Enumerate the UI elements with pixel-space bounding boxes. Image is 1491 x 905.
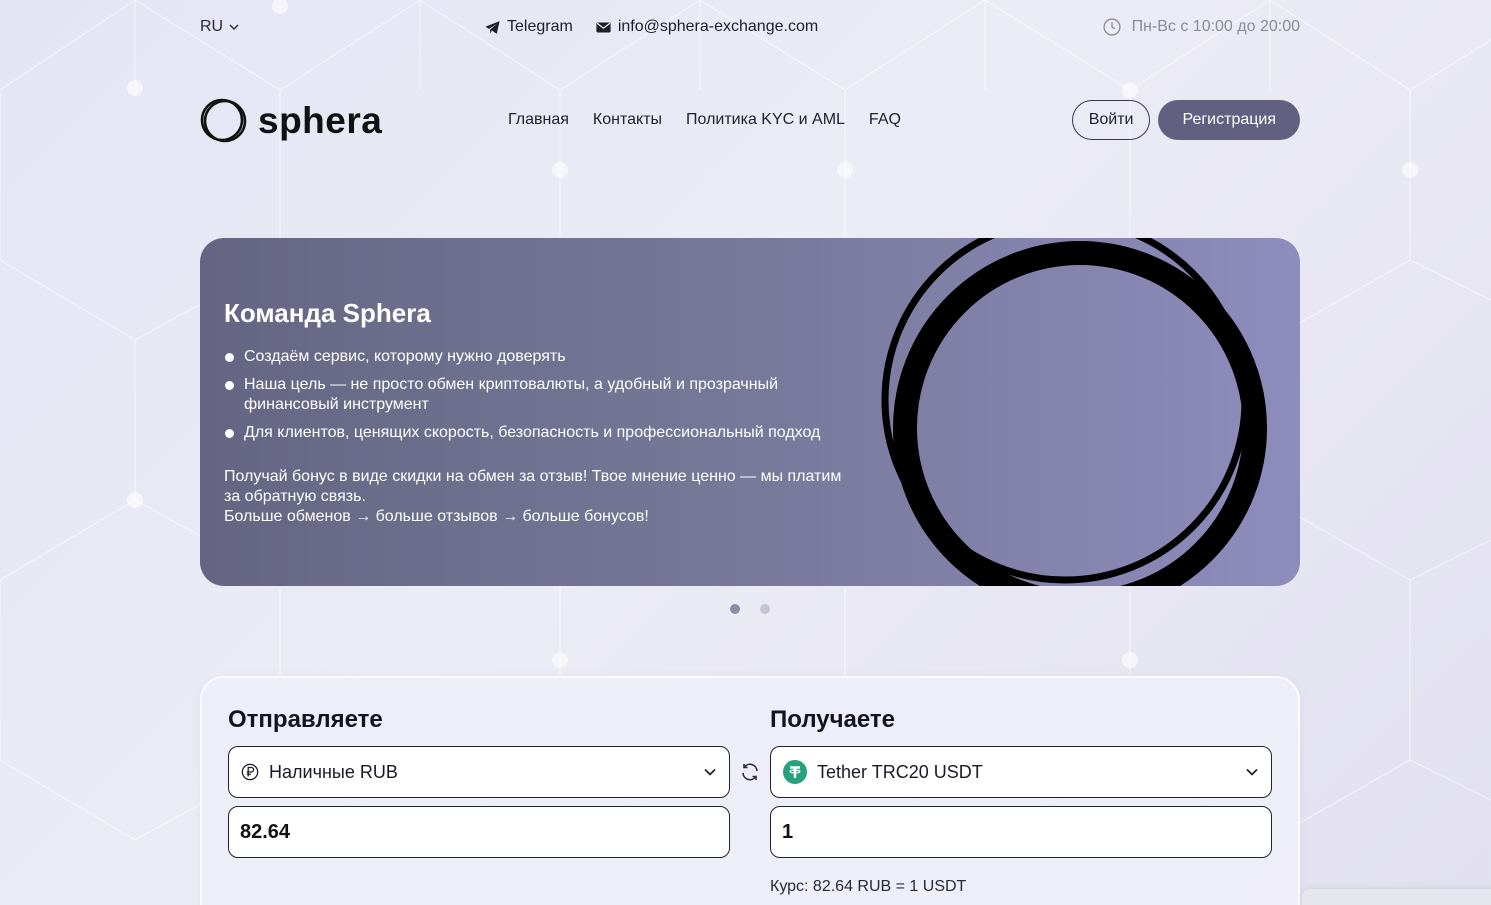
contact-links: Telegram info@sphera-exchange.com bbox=[484, 18, 818, 36]
carousel-dot-1[interactable] bbox=[730, 604, 740, 614]
send-currency-select[interactable]: Наличные RUB bbox=[228, 746, 730, 798]
list-item: Для клиентов, ценящих скорость, безопасн… bbox=[224, 423, 844, 443]
banner-promo: Получай бонус в виде скидки на обмен за … bbox=[224, 467, 844, 527]
main-nav: Главная Контакты Политика KYC и AML FAQ bbox=[508, 111, 901, 129]
promo-line: Получай бонус в виде скидки на обмен за … bbox=[224, 468, 842, 505]
list-item: Наша цель — не просто обмен криптовалюты… bbox=[224, 375, 844, 415]
exchange-rate: Курс: 82.64 RUB = 1 USDT bbox=[770, 878, 967, 895]
banner-bullets: Создаём сервис, которому нужно доверять … bbox=[224, 347, 844, 443]
send-amount-input[interactable]: 82.64 bbox=[228, 806, 730, 858]
receive-amount-input[interactable]: 1 bbox=[770, 806, 1272, 858]
email-label: info@sphera-exchange.com bbox=[617, 18, 819, 35]
nav-item-contacts[interactable]: Контакты bbox=[593, 111, 662, 129]
banner-content: Команда Sphera Создаём сервис, которому … bbox=[224, 298, 844, 527]
receive-title: Получаете bbox=[770, 706, 896, 733]
nav-item-home[interactable]: Главная bbox=[508, 111, 569, 129]
tether-icon bbox=[783, 760, 807, 784]
exchange-form: Отправляете Наличные RUB 82.64 Получаете… bbox=[200, 676, 1300, 905]
register-button[interactable]: Регистрация bbox=[1158, 100, 1300, 140]
telegram-link[interactable]: Telegram bbox=[484, 18, 573, 36]
receive-currency-select[interactable]: Tether TRC20 USDT bbox=[770, 746, 1272, 798]
telegram-label: Telegram bbox=[507, 18, 573, 35]
site-header: sphera Главная Контакты Политика KYC и A… bbox=[200, 92, 1300, 148]
logo-rings-icon bbox=[200, 98, 247, 143]
send-currency-label: Наличные RUB bbox=[269, 761, 398, 782]
send-column: Отправляете Наличные RUB 82.64 bbox=[228, 706, 730, 858]
login-button[interactable]: Войти bbox=[1071, 100, 1151, 140]
receive-currency-label: Tether TRC20 USDT bbox=[817, 761, 983, 782]
logo[interactable]: sphera bbox=[200, 96, 382, 144]
chat-widget[interactable] bbox=[1302, 889, 1491, 905]
hours-text: Пн-Вс с 10:00 до 20:00 bbox=[1131, 18, 1300, 35]
rings-illustration bbox=[881, 238, 1267, 586]
receive-column: Получаете Tether TRC20 USDT 1 Курс: 82.6… bbox=[770, 706, 1272, 896]
ruble-icon bbox=[241, 763, 259, 781]
carousel-dots bbox=[200, 604, 1300, 616]
working-hours: Пн-Вс с 10:00 до 20:00 bbox=[1102, 17, 1300, 37]
promo-line: Больше обменов → больше отзывов → больше… bbox=[224, 508, 649, 525]
chevron-down-icon bbox=[704, 768, 716, 776]
nav-item-faq[interactable]: FAQ bbox=[869, 111, 901, 129]
telegram-icon bbox=[485, 20, 500, 34]
nav-item-kyc-aml[interactable]: Политика KYC и AML bbox=[686, 111, 845, 129]
send-title: Отправляете bbox=[228, 706, 383, 733]
clock-icon bbox=[1102, 18, 1121, 36]
auth-buttons: Войти Регистрация bbox=[1071, 100, 1300, 140]
promo-banner[interactable]: Команда Sphera Создаём сервис, которому … bbox=[200, 238, 1300, 586]
carousel-dot-2[interactable] bbox=[760, 604, 770, 614]
swap-icon[interactable] bbox=[738, 760, 762, 784]
language-label: RU bbox=[200, 18, 224, 35]
chevron-down-icon bbox=[1246, 768, 1258, 776]
email-link[interactable]: info@sphera-exchange.com bbox=[595, 18, 818, 36]
logo-text: sphera bbox=[258, 99, 383, 141]
chevron-down-icon bbox=[229, 24, 239, 30]
language-selector[interactable]: RU bbox=[200, 18, 239, 36]
mail-icon bbox=[596, 22, 611, 32]
banner-title: Команда Sphera bbox=[224, 298, 431, 328]
list-item: Создаём сервис, которому нужно доверять bbox=[224, 347, 844, 367]
top-bar: RU Telegram info@sphera-exchange.com Пн-… bbox=[200, 0, 1300, 54]
